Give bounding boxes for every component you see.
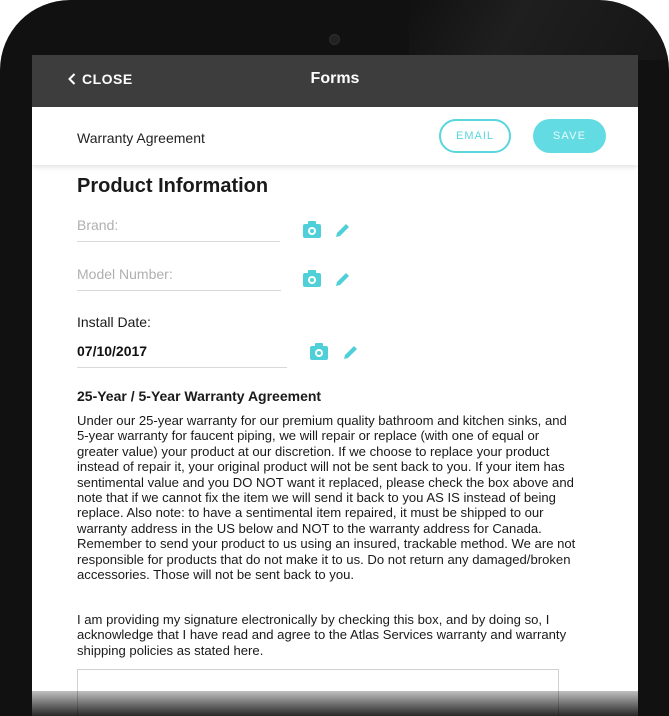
agreement-body: Under our 25-year warranty for our premi…: [77, 413, 576, 583]
camera-icon[interactable]: [303, 270, 321, 288]
pencil-icon[interactable]: [342, 343, 360, 361]
camera-icon[interactable]: [303, 221, 321, 239]
consent-text: I am providing my signature electronical…: [77, 612, 567, 658]
bezel-glare: [409, 0, 669, 60]
pencil-icon[interactable]: [334, 270, 352, 288]
email-button[interactable]: EMAIL: [439, 119, 511, 153]
save-button[interactable]: SAVE: [533, 119, 606, 153]
form-toolbar: Warranty Agreement EMAIL SAVE: [32, 107, 638, 165]
brand-placeholder: Brand:: [77, 217, 119, 233]
agreement-title: 25-Year / 5-Year Warranty Agreement: [77, 388, 322, 404]
front-camera: [329, 34, 340, 45]
model-number-placeholder: Model Number:: [77, 266, 173, 282]
install-date-field[interactable]: 07/10/2017: [77, 343, 287, 368]
screen: CLOSE Forms Warranty Agreement EMAIL SAV…: [32, 55, 638, 716]
page-title: Forms: [310, 70, 360, 87]
model-number-field[interactable]: Model Number:: [77, 266, 281, 291]
install-date-label: Install Date:: [77, 314, 151, 330]
camera-icon[interactable]: [310, 343, 328, 361]
pencil-icon[interactable]: [334, 221, 352, 239]
tablet-device: CLOSE Forms Warranty Agreement EMAIL SAV…: [0, 0, 669, 716]
bottom-shadow: [32, 691, 638, 716]
section-title: Product Information: [77, 175, 269, 197]
form-name: Warranty Agreement: [77, 130, 205, 146]
brand-field[interactable]: Brand:: [77, 217, 280, 242]
navbar: CLOSE Forms: [32, 55, 638, 107]
